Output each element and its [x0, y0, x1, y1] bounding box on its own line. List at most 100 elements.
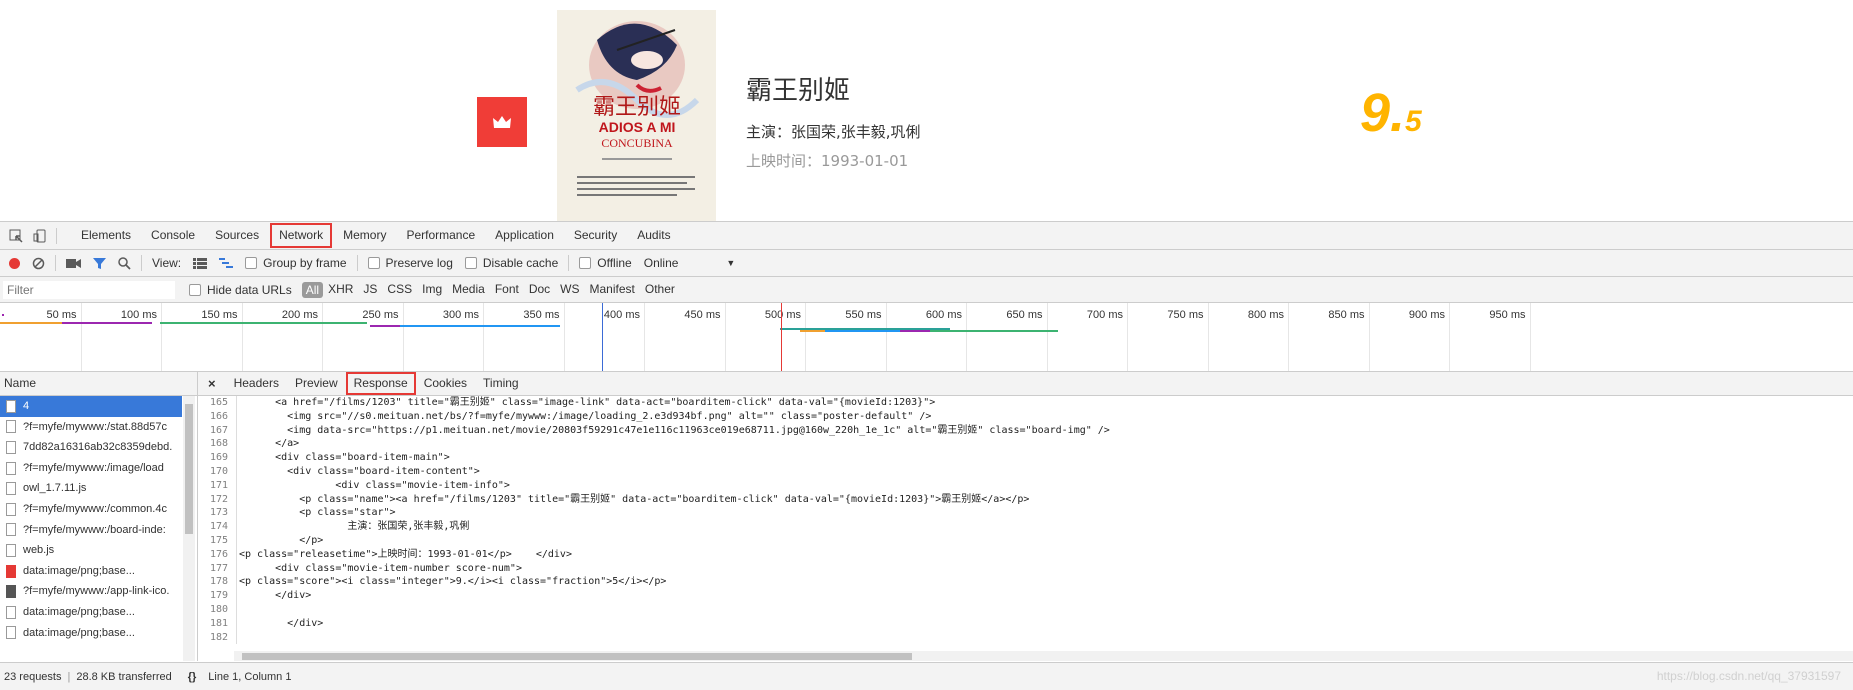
- name-column-header[interactable]: Name: [0, 372, 197, 396]
- scrollbar-thumb[interactable]: [185, 404, 193, 534]
- search-button[interactable]: [112, 250, 137, 276]
- filter-type-all[interactable]: All: [301, 281, 324, 298]
- code-line: 168 </a>: [198, 437, 1853, 452]
- timeline-gridline: [402, 303, 404, 371]
- request-row[interactable]: ?f=myfe/mywww:/stat.88d57c: [0, 417, 182, 438]
- poster-title-line1: ADIOS A MI: [599, 119, 676, 135]
- code-text: <div class="board-item-main">: [239, 452, 450, 464]
- file-icon: [6, 605, 16, 619]
- code-line: 179 </div>: [198, 589, 1853, 603]
- large-rows-button[interactable]: [187, 250, 213, 276]
- inspect-element-icon[interactable]: [4, 222, 28, 249]
- tab-memory[interactable]: Memory: [333, 222, 396, 249]
- timeline-gridline: [563, 303, 565, 371]
- record-button[interactable]: [0, 250, 26, 276]
- tab-elements[interactable]: Elements: [71, 222, 141, 249]
- crown-icon: [493, 116, 511, 128]
- movie-score: 9.5: [1360, 82, 1422, 144]
- close-detail-button[interactable]: ×: [198, 372, 226, 395]
- request-list-scrollbar[interactable]: [183, 396, 195, 661]
- code-text: </div>: [239, 590, 312, 602]
- status-bar: 23 requests | 28.8 KB transferred {} Lin…: [0, 662, 1853, 690]
- detail-tab-headers[interactable]: Headers: [226, 372, 287, 395]
- pretty-print-icon[interactable]: {}: [188, 671, 197, 683]
- code-text: </p>: [239, 534, 324, 546]
- filter-input[interactable]: [3, 280, 175, 299]
- timeline-gridline: [80, 303, 82, 371]
- disable-cache-checkbox[interactable]: Disable cache: [459, 250, 564, 276]
- movie-title[interactable]: 霸王别姬: [746, 70, 921, 107]
- line-number: 167: [198, 423, 237, 438]
- tab-network[interactable]: Network: [269, 222, 333, 249]
- request-row[interactable]: 7dd82a16316ab32c8359debd.: [0, 437, 182, 458]
- tab-security[interactable]: Security: [564, 222, 627, 249]
- timeline-tick-label: 600 ms: [925, 309, 962, 321]
- overview-button[interactable]: [213, 250, 239, 276]
- request-row[interactable]: ?f=myfe/mywww:/app-link-ico.: [0, 581, 182, 602]
- detail-tab-response[interactable]: Response: [345, 372, 416, 395]
- request-name: data:image/png;base...: [23, 564, 135, 577]
- timeline-tick-label: 250 ms: [362, 309, 399, 321]
- line-number: 178: [198, 575, 237, 590]
- tab-application[interactable]: Application: [485, 222, 564, 249]
- tab-sources[interactable]: Sources: [205, 222, 269, 249]
- close-icon: ×: [208, 376, 216, 391]
- filter-type-js[interactable]: JS: [358, 277, 382, 302]
- request-row[interactable]: ?f=myfe/mywww:/image/load: [0, 458, 182, 479]
- hide-data-urls-checkbox[interactable]: Hide data URLs: [175, 277, 298, 303]
- request-detail-pane: × Headers Preview Response Cookies Timing 16…: [198, 372, 1853, 661]
- capture-screenshots-button[interactable]: [60, 250, 87, 276]
- line-number: 168: [198, 437, 237, 452]
- request-row[interactable]: owl_1.7.11.js: [0, 478, 182, 499]
- filter-type-font[interactable]: Font: [490, 277, 524, 302]
- movie-poster[interactable]: 霸王别姬 ADIOS A MI CONCUBINA: [557, 10, 716, 221]
- divider: [56, 227, 57, 244]
- request-row[interactable]: data:image/png;base...: [0, 561, 182, 582]
- line-number: 166: [198, 409, 237, 424]
- request-row[interactable]: web.js: [0, 540, 182, 561]
- preserve-log-checkbox[interactable]: Preserve log: [362, 250, 459, 276]
- search-icon: [118, 256, 131, 270]
- file-icon: [6, 440, 16, 454]
- filter-type-ws[interactable]: WS: [555, 277, 584, 302]
- filter-type-doc[interactable]: Doc: [524, 277, 555, 302]
- request-row[interactable]: ?f=myfe/mywww:/common.4c: [0, 499, 182, 520]
- code-text: <p class="name"><a href="/films/1203" ti…: [239, 493, 1030, 505]
- filter-type-xhr[interactable]: XHR: [323, 277, 358, 302]
- filter-type-media[interactable]: Media: [447, 277, 490, 302]
- filter-toggle-button[interactable]: [87, 250, 112, 276]
- device-toolbar-icon[interactable]: [28, 222, 52, 249]
- code-line: 169 <div class="board-item-main">: [198, 451, 1853, 465]
- line-number: 177: [198, 561, 237, 576]
- detail-tab-timing[interactable]: Timing: [475, 372, 527, 395]
- throttling-select[interactable]: Online ▼: [638, 250, 742, 276]
- request-row[interactable]: data:image/png;base...: [0, 602, 182, 623]
- checkbox-icon: [579, 257, 592, 269]
- filter-type-manifest[interactable]: Manifest: [585, 277, 640, 302]
- scrollbar-thumb[interactable]: [242, 653, 912, 660]
- video-camera-icon: [66, 258, 81, 268]
- network-toolbar: View: Group by frame Preserve log Disabl…: [0, 250, 1853, 277]
- detail-tab-preview[interactable]: Preview: [287, 372, 346, 395]
- request-row[interactable]: data:image/png;base...: [0, 623, 182, 644]
- request-row[interactable]: 4: [0, 396, 182, 417]
- tab-audits[interactable]: Audits: [627, 222, 680, 249]
- tab-console[interactable]: Console: [141, 222, 205, 249]
- clear-button[interactable]: [26, 250, 51, 276]
- code-line: 180: [198, 602, 1853, 617]
- tab-performance[interactable]: Performance: [396, 222, 485, 249]
- offline-checkbox[interactable]: Offline: [573, 250, 637, 276]
- response-source[interactable]: 165 <a href="/films/1203" title="霸王别姬" c…: [198, 396, 1853, 651]
- request-row[interactable]: ?f=myfe/mywww:/board-inde:: [0, 520, 182, 541]
- timeline-request-bar: [160, 322, 248, 324]
- file-icon: [6, 399, 16, 413]
- detail-tab-cookies[interactable]: Cookies: [416, 372, 475, 395]
- filter-type-img[interactable]: Img: [417, 277, 447, 302]
- response-horizontal-scrollbar[interactable]: [234, 651, 1853, 661]
- code-line: 166 <img src="//s0.meituan.net/bs/?f=myf…: [198, 409, 1853, 424]
- timeline-gridline: [966, 303, 967, 371]
- filter-type-css[interactable]: CSS: [382, 277, 417, 302]
- code-line: 167 <img data-src="https://p1.meituan.ne…: [198, 423, 1853, 438]
- filter-type-other[interactable]: Other: [640, 277, 680, 302]
- group-by-frame-checkbox[interactable]: Group by frame: [239, 250, 352, 276]
